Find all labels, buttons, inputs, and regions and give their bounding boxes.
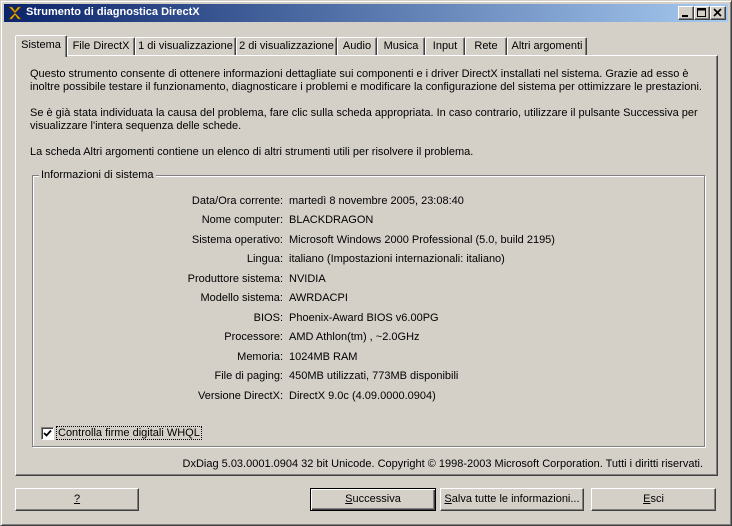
next-button[interactable]: Successiva	[310, 488, 436, 511]
save-label: alva tutte le informazioni...	[451, 493, 580, 505]
info-value: DirectX 9.0c (4.09.0000.0904)	[289, 390, 436, 402]
tab-label: Rete	[474, 40, 498, 52]
info-label: Produttore sistema:	[187, 273, 283, 285]
tab-label: 1 di visualizzazione	[138, 40, 233, 52]
info-row-model: Modello sistema: AWRDACPI	[33, 292, 703, 306]
info-row-paging-file: File di paging: 450MB utilizzati, 773MB …	[33, 370, 703, 384]
next-accel: S	[345, 493, 353, 505]
dxdiag-window: Strumento di diagnostica DirectX Sistema…	[0, 0, 732, 526]
tab-input[interactable]: Input	[425, 37, 465, 55]
maximize-icon	[697, 8, 706, 17]
info-value: 450MB utilizzati, 773MB disponibili	[289, 370, 459, 382]
system-info-group: Informazioni di sistema Data/Ora corrent…	[32, 169, 705, 447]
tab-audio[interactable]: Audio	[337, 37, 377, 55]
checkmark-icon	[43, 429, 52, 437]
info-row-processor: Processore: AMD Athlon(tm) , ~2.0GHz	[33, 331, 703, 345]
info-label: Modello sistema:	[200, 292, 283, 304]
info-value: martedì 8 novembre 2005, 23:08:40	[289, 195, 464, 207]
info-value: Phoenix-Award BIOS v6.00PG	[289, 312, 439, 324]
info-value: AWRDACPI	[289, 292, 348, 304]
whql-checkbox[interactable]	[41, 427, 54, 440]
intro-paragraph-1: Questo strumento consente di ottenere in…	[30, 68, 702, 93]
whql-checkbox-label[interactable]: Controlla firme digitali WHQL	[56, 426, 202, 440]
info-row-directx-version: Versione DirectX: DirectX 9.0c (4.09.000…	[33, 390, 703, 404]
title-bar[interactable]: Strumento di diagnostica DirectX	[4, 4, 728, 22]
tab-visualizzazione-1[interactable]: 1 di visualizzazione	[135, 37, 236, 55]
tab-label: 2 di visualizzazione	[239, 40, 334, 52]
info-label: Sistema operativo:	[191, 234, 283, 246]
save-accel: S	[444, 493, 452, 505]
directx-icon	[8, 6, 22, 20]
info-label: Data/Ora corrente:	[191, 195, 283, 207]
intro-paragraph-2: Se è già stata individuata la causa del …	[30, 107, 698, 132]
tab-visualizzazione-2[interactable]: 2 di visualizzazione	[236, 37, 337, 55]
info-label: Processore:	[224, 331, 283, 343]
copyright-text: DxDiag 5.03.0001.0904 32 bit Unicode. Co…	[182, 458, 703, 470]
tab-label: Musica	[383, 40, 419, 52]
info-label: File di paging:	[214, 370, 284, 382]
help-button[interactable]: ?	[15, 488, 139, 511]
window-title: Strumento di diagnostica DirectX	[26, 6, 200, 18]
info-row-manufacturer: Produttore sistema: NVIDIA	[33, 273, 703, 287]
next-label: uccessiva	[352, 493, 401, 505]
tab-altri-argomenti[interactable]: Altri argomenti	[507, 37, 587, 55]
tab-label: File DirectX	[72, 40, 130, 52]
info-row-bios: BIOS: Phoenix-Award BIOS v6.00PG	[33, 312, 703, 326]
maximize-button[interactable]	[694, 6, 710, 20]
minimize-button[interactable]	[678, 6, 694, 20]
info-row-os: Sistema operativo: Microsoft Windows 200…	[33, 234, 703, 248]
exit-button[interactable]: Esci	[591, 488, 716, 511]
info-row-computer-name: Nome computer: BLACKDRAGON	[33, 214, 703, 228]
close-icon	[713, 8, 722, 17]
info-row-language: Lingua: italiano (Impostazioni internazi…	[33, 253, 703, 267]
minimize-icon	[682, 15, 688, 17]
group-title: Informazioni di sistema	[39, 169, 156, 181]
tab-label: Sistema	[21, 39, 61, 51]
info-label: Nome computer:	[201, 214, 283, 226]
info-label: Lingua:	[246, 253, 283, 265]
tab-rete[interactable]: Rete	[465, 37, 507, 55]
intro-paragraph-3: La scheda Altri argomenti contiene un el…	[30, 146, 474, 158]
tab-file-directx[interactable]: File DirectX	[67, 37, 135, 55]
info-row-datetime: Data/Ora corrente: martedì 8 novembre 20…	[33, 195, 703, 209]
info-value: NVIDIA	[289, 273, 326, 285]
tab-label: Altri argomenti	[511, 40, 583, 52]
info-label: Memoria:	[237, 351, 283, 363]
sistema-panel: Questo strumento consente di ottenere in…	[15, 55, 718, 476]
info-value: Microsoft Windows 2000 Professional (5.0…	[289, 234, 555, 246]
tab-musica[interactable]: Musica	[377, 37, 425, 55]
info-row-memory: Memoria: 1024MB RAM	[33, 351, 703, 365]
info-label: BIOS:	[253, 312, 283, 324]
info-value: BLACKDRAGON	[289, 214, 374, 226]
info-label: Versione DirectX:	[198, 390, 283, 402]
exit-label: sci	[650, 493, 664, 505]
help-label: ?	[73, 493, 81, 505]
info-value: 1024MB RAM	[289, 351, 358, 363]
save-all-info-button[interactable]: Salva tutte le informazioni...	[440, 488, 584, 511]
info-value: italiano (Impostazioni internazionali: i…	[289, 253, 505, 265]
close-button[interactable]	[710, 6, 726, 20]
tab-label: Audio	[342, 40, 372, 52]
tab-label: Input	[432, 40, 458, 52]
info-value: AMD Athlon(tm) , ~2.0GHz	[289, 331, 420, 343]
tab-sistema[interactable]: Sistema	[15, 35, 67, 57]
